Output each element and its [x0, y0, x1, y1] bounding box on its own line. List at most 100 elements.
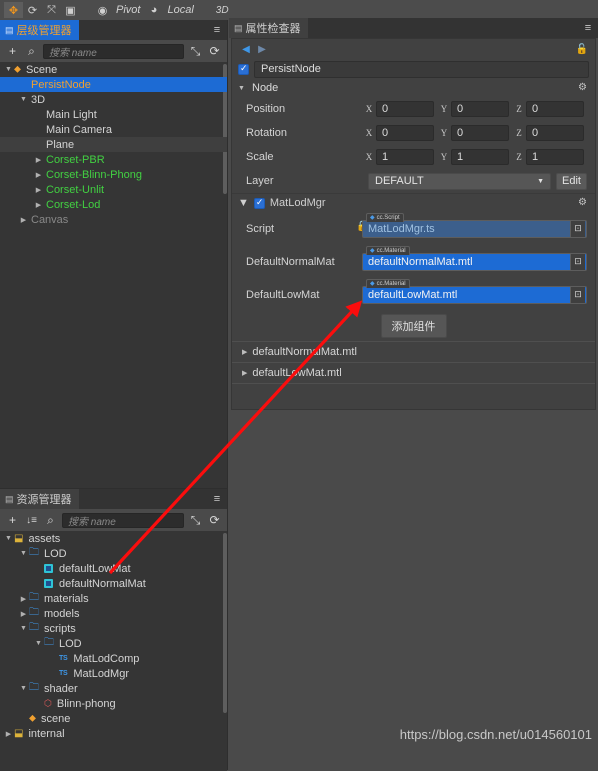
component-header-matlodmgr[interactable]: ▼ MatLodMgr ⚙ — [232, 193, 595, 212]
pivot-label[interactable]: Pivot — [112, 4, 144, 16]
twisty-open-icon[interactable]: ▼ — [18, 625, 29, 632]
node-name-input[interactable]: PersistNode — [254, 60, 589, 78]
twisty-closed-icon[interactable]: ▶ — [33, 186, 44, 194]
assets-search-input[interactable]: 搜索 name — [62, 512, 184, 528]
rotation-z-input[interactable]: 0 — [526, 125, 584, 141]
node-enabled-checkbox[interactable] — [238, 63, 249, 75]
unlock-icon[interactable]: 🔓 — [576, 44, 588, 55]
tree-row[interactable]: ▼ 🗀 LOD — [0, 546, 227, 561]
collapse-all-icon[interactable]: ⤡ — [188, 43, 203, 59]
tree-row[interactable]: ▼ ⬓ assets — [0, 531, 227, 546]
assets-collapse-icon[interactable]: ⤡ — [188, 512, 203, 528]
pick-icon[interactable]: ⊡ — [570, 220, 585, 237]
component-twisty-icon[interactable]: ▼ — [238, 197, 249, 209]
create-asset-icon[interactable]: + — [5, 512, 20, 528]
sub-section-default-normal-mat[interactable]: ▶ defaultNormalMat.mtl — [232, 341, 595, 362]
tree-row[interactable]: ▼ ⬥ Scene — [0, 62, 227, 77]
nav-back-icon[interactable]: ◀ — [238, 44, 254, 55]
tree-row[interactable]: ⬥ scene — [0, 711, 227, 726]
assets-filter-icon[interactable]: ⌕ — [43, 512, 58, 528]
default-low-mat-ref-field[interactable]: defaultLowMat.mtl ⊡ — [362, 285, 587, 304]
twisty-open-icon[interactable]: ▼ — [18, 685, 29, 692]
coordinate-icon[interactable]: ◕ — [144, 2, 164, 18]
scale-tool-button[interactable]: ⤧ — [42, 2, 61, 18]
twisty-closed-icon[interactable]: ▶ — [33, 171, 44, 179]
rotation-x-input[interactable]: 0 — [376, 125, 434, 141]
hierarchy-menu-icon[interactable]: ≡ — [207, 20, 227, 40]
hierarchy-search-input[interactable]: 搜索 name — [43, 43, 184, 59]
tree-row[interactable]: ▶ Corset-Lod — [0, 197, 227, 212]
twisty-open-icon[interactable]: ▼ — [3, 66, 14, 73]
rotation-y-input[interactable]: 0 — [451, 125, 509, 141]
tree-row[interactable]: Main Camera — [0, 122, 227, 137]
twisty-open-icon[interactable]: ▼ — [3, 535, 14, 542]
tree-row[interactable]: ⬡ Blinn-phong — [0, 696, 227, 711]
hierarchy-tree[interactable]: ▼ ⬥ Scene PersistNode ▼ 3D Main Light Main Came… — [0, 62, 227, 488]
tab-assets[interactable]: ▤ 资源管理器 — [0, 489, 79, 509]
tree-row[interactable]: TS MatLodMgr — [0, 666, 227, 681]
node-section-twisty-icon[interactable]: ▼ — [238, 85, 248, 92]
tree-row[interactable]: PersistNode — [0, 77, 227, 92]
tree-row[interactable]: ▶ ⬓ internal — [0, 726, 227, 741]
tree-row[interactable]: Main Light — [0, 107, 227, 122]
layer-edit-button[interactable]: Edit — [556, 172, 587, 190]
default-normal-mat-ref-field[interactable]: defaultNormalMat.mtl ⊡ — [362, 252, 587, 271]
sub-twisty-icon[interactable]: ▶ — [242, 348, 247, 356]
layer-select[interactable]: DEFAULT ▼ — [368, 172, 552, 190]
assets-refresh-icon[interactable]: ⟳ — [207, 512, 222, 528]
rotate-tool-button[interactable]: ⟳ — [23, 2, 42, 18]
twisty-open-icon[interactable]: ▼ — [18, 96, 29, 103]
node-section-header[interactable]: ▼ Node ⚙ — [232, 79, 595, 97]
tree-row[interactable]: ▶ Corset-Unlit — [0, 182, 227, 197]
nav-forward-icon[interactable]: ▶ — [254, 44, 270, 55]
tree-row[interactable]: ▶ 🗀 materials — [0, 591, 227, 606]
position-z-input[interactable]: 0 — [526, 101, 584, 117]
tree-row[interactable]: defaultLowMat — [0, 561, 227, 576]
tree-row[interactable]: ▼ 🗀 LOD — [0, 636, 227, 651]
refresh-icon[interactable]: ⟳ — [207, 43, 222, 59]
twisty-closed-icon[interactable]: ▶ — [33, 201, 44, 209]
tree-row[interactable]: TS MatLodComp — [0, 651, 227, 666]
add-node-icon[interactable]: + — [5, 43, 20, 59]
scale-x-input[interactable]: 1 — [376, 149, 434, 165]
twisty-closed-icon[interactable]: ▶ — [33, 156, 44, 164]
assets-menu-icon[interactable]: ≡ — [207, 489, 227, 509]
tree-row[interactable]: ▶ 🗀 models — [0, 606, 227, 621]
tree-row[interactable]: ▼ 🗀 shader — [0, 681, 227, 696]
filter-icon[interactable]: ⌕ — [24, 43, 39, 59]
twisty-closed-icon[interactable]: ▶ — [18, 610, 29, 618]
assets-tree[interactable]: ▼ ⬓ assets ▼ 🗀 LOD defaultLowMat defaultNormalM… — [0, 531, 227, 771]
coordinate-label[interactable]: Local — [163, 4, 197, 16]
dimension-toggle[interactable]: 3D — [211, 5, 234, 16]
component-gear-icon[interactable]: ⚙ — [578, 197, 587, 208]
twisty-open-icon[interactable]: ▼ — [18, 550, 29, 557]
position-y-input[interactable]: 0 — [451, 101, 509, 117]
twisty-open-icon[interactable]: ▼ — [33, 640, 44, 647]
sort-icon[interactable]: ↓≡ — [24, 512, 39, 528]
script-ref-field[interactable]: MatLodMgr.ts ⊡ — [362, 219, 587, 238]
scale-z-input[interactable]: 1 — [526, 149, 584, 165]
move-tool-button[interactable]: ✥ — [4, 2, 23, 18]
sub-section-default-low-mat[interactable]: ▶ defaultLowMat.mtl — [232, 362, 595, 383]
tree-row[interactable]: ▶ Corset-PBR — [0, 152, 227, 167]
rect-tool-button[interactable]: ▣ — [61, 2, 80, 18]
tab-hierarchy[interactable]: ▤ 层级管理器 — [0, 20, 79, 40]
node-gear-icon[interactable]: ⚙ — [578, 82, 587, 93]
tree-row[interactable]: ▶ Canvas — [0, 212, 227, 227]
sub-twisty-icon[interactable]: ▶ — [242, 369, 247, 377]
tree-row[interactable]: Plane — [0, 137, 227, 152]
tree-row[interactable]: ▶ Corset-Blinn-Phong — [0, 167, 227, 182]
pick-icon[interactable]: ⊡ — [570, 253, 585, 270]
tree-row[interactable]: ▼ 3D — [0, 92, 227, 107]
pivot-icon[interactable]: ◉ — [93, 2, 112, 18]
pick-icon[interactable]: ⊡ — [570, 286, 585, 303]
inspector-menu-icon[interactable]: ≡ — [578, 18, 598, 38]
add-component-button[interactable]: 添加组件 — [380, 314, 447, 338]
tree-row[interactable]: ▼ 🗀 scripts — [0, 621, 227, 636]
twisty-closed-icon[interactable]: ▶ — [18, 595, 29, 603]
twisty-closed-icon[interactable]: ▶ — [18, 216, 29, 224]
tree-row[interactable]: defaultNormalMat — [0, 576, 227, 591]
tab-inspector[interactable]: ▤ 属性检查器 — [229, 18, 308, 38]
component-enabled-checkbox[interactable] — [253, 197, 265, 209]
position-x-input[interactable]: 0 — [376, 101, 434, 117]
